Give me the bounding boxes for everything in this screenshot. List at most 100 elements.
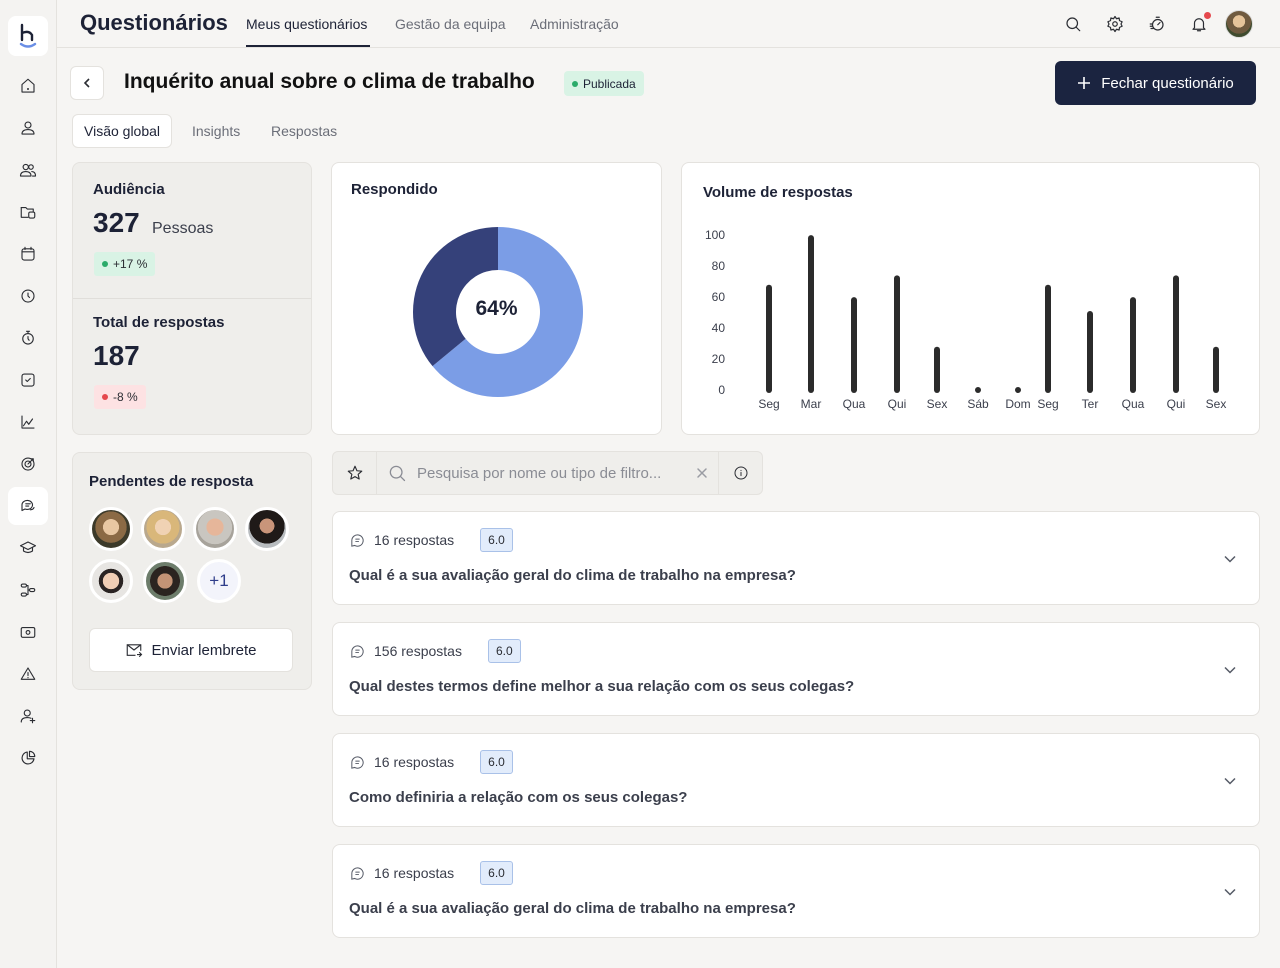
sidebar-item-home[interactable] <box>8 67 48 105</box>
settings-button[interactable] <box>1103 12 1127 36</box>
sidebar-item-tasks[interactable] <box>8 361 48 399</box>
notifications-button[interactable] <box>1187 12 1211 36</box>
y-tick-label: 100 <box>705 228 725 242</box>
user-icon <box>21 121 35 135</box>
subtab-overview[interactable]: Visão global <box>72 114 173 148</box>
divider <box>73 298 311 299</box>
tab-my-surveys[interactable]: Meus questionários <box>246 16 367 32</box>
sidebar-item-time[interactable] <box>8 277 48 315</box>
app-logo[interactable] <box>8 16 48 56</box>
avatar[interactable] <box>193 507 237 551</box>
question-text: Qual é a sua avaliação geral do clima de… <box>349 567 796 584</box>
expand-button[interactable] <box>1223 552 1237 566</box>
question-meta: 16 respostas 6.0 <box>349 750 513 774</box>
pending-title: Pendentes de resposta <box>89 473 254 490</box>
expand-button[interactable] <box>1223 885 1237 899</box>
audience-delta: +17 % <box>113 257 148 271</box>
status-badge: Publicada <box>564 71 644 96</box>
sidebar-item-surveys[interactable] <box>8 487 48 525</box>
pending-card: Pendentes de resposta +1 Enviar lembrete <box>72 452 312 690</box>
y-tick-label: 20 <box>712 352 726 366</box>
star-icon <box>347 465 362 480</box>
sidebar-item-analytics[interactable] <box>8 403 48 441</box>
audience-title: Audiência <box>93 181 165 198</box>
close-survey-button[interactable]: Fechar questionário <box>1055 61 1256 105</box>
x-tick-label: Ter <box>1082 397 1099 411</box>
target-icon <box>21 457 35 471</box>
x-tick-label: Seg <box>758 397 779 411</box>
response-count: 16 respostas <box>374 865 455 881</box>
responses-delta-badge: -8 % <box>94 385 146 409</box>
chat-bubble-icon <box>351 866 364 880</box>
sidebar-item-profile[interactable] <box>8 109 48 147</box>
chevron-down-icon <box>1224 555 1236 563</box>
sidebar-item-alerts[interactable] <box>8 655 48 693</box>
avatar[interactable] <box>89 507 133 551</box>
back-button[interactable] <box>70 66 104 100</box>
tab-team-management[interactable]: Gestão da equipa <box>395 16 506 32</box>
user-avatar[interactable] <box>1225 10 1253 38</box>
response-count: 16 respostas <box>374 754 455 770</box>
question-meta: 16 respostas 6.0 <box>349 861 513 885</box>
responses-title: Total de respostas <box>93 314 225 331</box>
sidebar-item-team[interactable] <box>8 151 48 189</box>
sidebar-item-goals[interactable] <box>8 445 48 483</box>
more-avatars[interactable]: +1 <box>197 559 241 603</box>
send-reminder-button[interactable]: Enviar lembrete <box>89 628 293 672</box>
answered-card: Respondido 64% <box>331 162 662 435</box>
tab-administration[interactable]: Administração <box>530 16 619 32</box>
down-dot <box>102 394 108 400</box>
avatar[interactable] <box>89 559 133 603</box>
checkbox-icon <box>21 373 35 387</box>
responses-value: 187 <box>93 340 140 371</box>
question-card[interactable]: 16 respostas 6.0 Qual é a sua avaliação … <box>332 511 1260 605</box>
sidebar-item-recruitment[interactable] <box>8 697 48 735</box>
sidebar-item-workflows[interactable] <box>8 571 48 609</box>
x-tick-label: Qui <box>888 397 907 411</box>
sidebar-item-timer[interactable] <box>8 319 48 357</box>
chat-bubble-icon <box>351 533 364 547</box>
audience-value: 327 <box>93 207 140 238</box>
chevron-down-icon <box>1224 888 1236 896</box>
stopwatch-icon <box>22 330 34 345</box>
score-badge: 6.0 <box>480 528 513 552</box>
sidebar-item-training[interactable] <box>8 529 48 567</box>
users-icon <box>19 163 37 177</box>
expand-button[interactable] <box>1223 774 1237 788</box>
search-icon <box>1066 17 1081 32</box>
question-card[interactable]: 16 respostas 6.0 Como definiria a relaçã… <box>332 733 1260 827</box>
search-button[interactable] <box>1061 12 1085 36</box>
sidebar-item-calendar[interactable] <box>8 235 48 273</box>
chevron-down-icon <box>1224 777 1236 785</box>
chat-bubble-icon <box>351 755 364 769</box>
x-tick-label: Mar <box>801 397 822 411</box>
subtab-responses[interactable]: Respostas <box>260 114 348 148</box>
calendar-icon <box>21 246 35 261</box>
clear-icon[interactable] <box>696 467 708 479</box>
notification-dot <box>1204 12 1211 19</box>
question-text: Qual é a sua avaliação geral do clima de… <box>349 900 796 917</box>
clock-icon <box>21 289 35 303</box>
info-icon <box>734 466 747 480</box>
avatar[interactable] <box>245 507 289 551</box>
question-meta: 156 respostas 6.0 <box>349 639 521 663</box>
sidebar-item-payroll[interactable] <box>8 613 48 651</box>
subtab-insights[interactable]: Insights <box>181 114 251 148</box>
search-input[interactable] <box>417 464 686 482</box>
question-card[interactable]: 156 respostas 6.0 Qual destes termos def… <box>332 622 1260 716</box>
mail-send-icon <box>127 644 143 658</box>
audience-unit: Pessoas <box>152 220 214 237</box>
info-button[interactable] <box>718 452 762 494</box>
y-tick-label: 0 <box>718 383 725 397</box>
x-tick-label: Sex <box>927 397 948 411</box>
question-card[interactable]: 16 respostas 6.0 Qual é a sua avaliação … <box>332 844 1260 938</box>
avatar[interactable] <box>141 507 185 551</box>
plus-icon <box>1078 77 1091 89</box>
avatar[interactable] <box>143 559 187 603</box>
sidebar-item-reports[interactable] <box>8 739 48 777</box>
performance-button[interactable] <box>1145 12 1169 36</box>
gear-icon <box>1107 15 1123 33</box>
expand-button[interactable] <box>1223 663 1237 677</box>
favorites-button[interactable] <box>333 452 377 494</box>
sidebar-item-documents[interactable] <box>8 193 48 231</box>
